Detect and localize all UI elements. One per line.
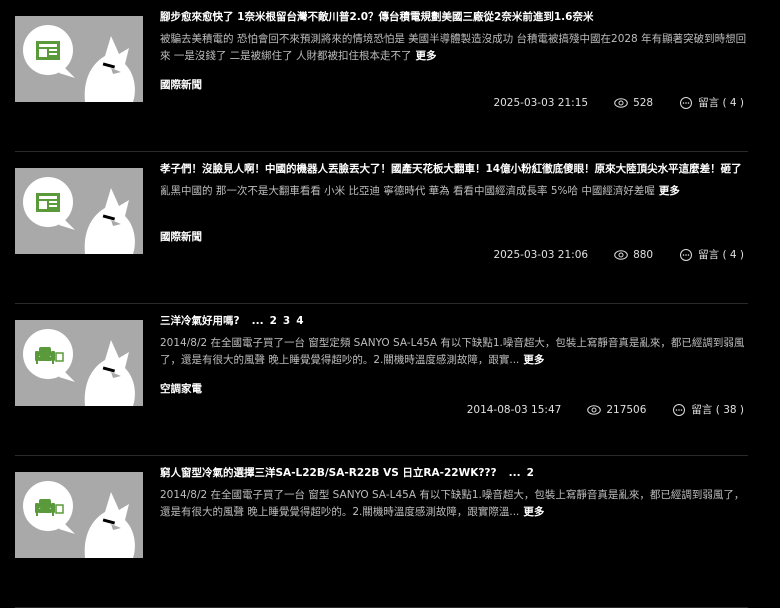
newspaper-icon: [15, 16, 143, 102]
post-thumbnail[interactable]: [15, 168, 143, 254]
view-count: 217506: [587, 404, 646, 416]
post-excerpt: 2014/8/2 在全國電子買了一台 窗型定頻 SANYO SA-L45A 有以…: [160, 335, 748, 369]
post-title-text[interactable]: 三洋冷氣好用嗎?: [160, 315, 240, 327]
post-item: 三洋冷氣好用嗎?... 2 3 4 2014/8/2 在全國電子買了一台 窗型定頻 S…: [15, 304, 748, 456]
comment-icon: [673, 403, 686, 416]
post-meta: 2025-03-03 21:06 880 留言 ( 4 ): [493, 247, 744, 262]
post-meta: 2014-08-03 15:47 217506 留言 ( 38 ): [467, 402, 744, 417]
eye-icon: [614, 97, 628, 108]
page-links: ... 2: [503, 467, 534, 479]
post-excerpt: 亂黑中國的 那一次不是大翻車看看 小米 比亞迪 寧德時代 華為 看看中國經濟成長…: [160, 183, 748, 200]
post-thumbnail[interactable]: [15, 320, 143, 406]
post-date: 2025-03-03 21:06: [493, 248, 589, 261]
comment-link[interactable]: 留言 ( 4 ): [679, 95, 744, 110]
comment-count[interactable]: 留言 ( 4 ): [698, 247, 744, 262]
armchair-tv-icon: [15, 472, 143, 558]
view-count-value: 217506: [606, 403, 647, 416]
post-excerpt-text: 2014/8/2 在全國電子買了一台 窗型定頻 SANYO SA-L45A 有以…: [160, 337, 745, 366]
page-link[interactable]: 3: [283, 315, 290, 327]
comment-icon: [680, 248, 693, 261]
post-list: 腳步愈來愈快了 1奈米根留台灣不敵川普2.0？傳台積電規劃美國三廠從2奈米前進到…: [0, 0, 780, 608]
more-link[interactable]: 更多: [416, 50, 437, 62]
post-item: 腳步愈來愈快了 1奈米根留台灣不敵川普2.0？傳台積電規劃美國三廠從2奈米前進到…: [15, 0, 748, 152]
comment-count[interactable]: 留言 ( 4 ): [698, 95, 744, 110]
post-title-text[interactable]: 腳步愈來愈快了 1奈米根留台灣不敵川普2.0？傳台積電規劃美國三廠從2奈米前進到…: [160, 11, 593, 23]
more-link[interactable]: 更多: [523, 506, 544, 518]
page-link[interactable]: 4: [296, 315, 303, 327]
post-item: 孝子們！沒臉見人啊！中國的機器人丟臉丟大了！國產天花板大翻車！14億小粉紅徹底傻…: [15, 152, 748, 304]
eye-icon: [587, 404, 602, 415]
post-title[interactable]: 孝子們！沒臉見人啊！中國的機器人丟臉丟大了！國產天花板大翻車！14億小粉紅徹底傻…: [160, 161, 748, 176]
post-excerpt: 被騙去美積電的 恐怕會回不來預測將來的情境恐怕是 美國半導體製造沒成功 台積電被…: [160, 31, 748, 65]
post-excerpt: 2014/8/2 在全國電子買了一台 窗型 SANYO SA-L45A 有以下缺…: [160, 487, 748, 521]
post-title[interactable]: 腳步愈來愈快了 1奈米根留台灣不敵川普2.0？傳台積電規劃美國三廠從2奈米前進到…: [160, 9, 748, 24]
post-excerpt-text: 被騙去美積電的 恐怕會回不來預測將來的情境恐怕是 美國半導體製造沒成功 台積電被…: [160, 33, 747, 62]
post-thumbnail[interactable]: [15, 472, 143, 558]
post-title-text[interactable]: 孝子們！沒臉見人啊！中國的機器人丟臉丟大了！國產天花板大翻車！14億小粉紅徹底傻…: [160, 163, 742, 175]
post-title-text[interactable]: 窮人窗型冷氣的選擇三洋SA-L22B/SA-R22B VS 日立RA-22WK?…: [160, 467, 497, 479]
page-links: ... 2 3 4: [246, 315, 304, 327]
post-title[interactable]: 窮人窗型冷氣的選擇三洋SA-L22B/SA-R22B VS 日立RA-22WK?…: [160, 465, 748, 480]
post-excerpt-text: 2014/8/2 在全國電子買了一台 窗型 SANYO SA-L45A 有以下缺…: [160, 489, 745, 518]
view-count-value: 528: [633, 96, 654, 109]
category-link[interactable]: 國際新聞: [160, 77, 202, 92]
comment-link[interactable]: 留言 ( 38 ): [672, 402, 744, 417]
more-link[interactable]: 更多: [523, 354, 544, 366]
comment-icon: [680, 96, 693, 109]
post-date: 2025-03-03 21:15: [493, 96, 589, 109]
comment-count[interactable]: 留言 ( 38 ): [691, 402, 744, 417]
view-count-value: 880: [633, 248, 654, 261]
more-link[interactable]: 更多: [659, 185, 680, 197]
comment-link[interactable]: 留言 ( 4 ): [679, 247, 744, 262]
newspaper-icon: [15, 168, 143, 254]
post-date: 2014-08-03 15:47: [466, 403, 562, 416]
page-ellipsis: ...: [251, 315, 264, 327]
post-thumbnail[interactable]: [15, 16, 143, 102]
view-count: 528: [614, 97, 653, 109]
category-link[interactable]: 國際新聞: [160, 229, 202, 244]
post-item: 窮人窗型冷氣的選擇三洋SA-L22B/SA-R22B VS 日立RA-22WK?…: [15, 456, 748, 608]
armchair-tv-icon: [15, 320, 143, 406]
category-link[interactable]: 空調家電: [160, 381, 202, 396]
post-title[interactable]: 三洋冷氣好用嗎?... 2 3 4: [160, 313, 748, 328]
post-excerpt-text: 亂黑中國的 那一次不是大翻車看看 小米 比亞迪 寧德時代 華為 看看中國經濟成長…: [160, 185, 655, 197]
page-ellipsis: ...: [508, 467, 521, 479]
view-count: 880: [614, 249, 653, 261]
post-meta: 2025-03-03 21:15 528 留言 ( 4 ): [493, 95, 744, 110]
eye-icon: [614, 249, 628, 260]
page-link[interactable]: 2: [527, 467, 534, 479]
page-link[interactable]: 2: [270, 315, 277, 327]
